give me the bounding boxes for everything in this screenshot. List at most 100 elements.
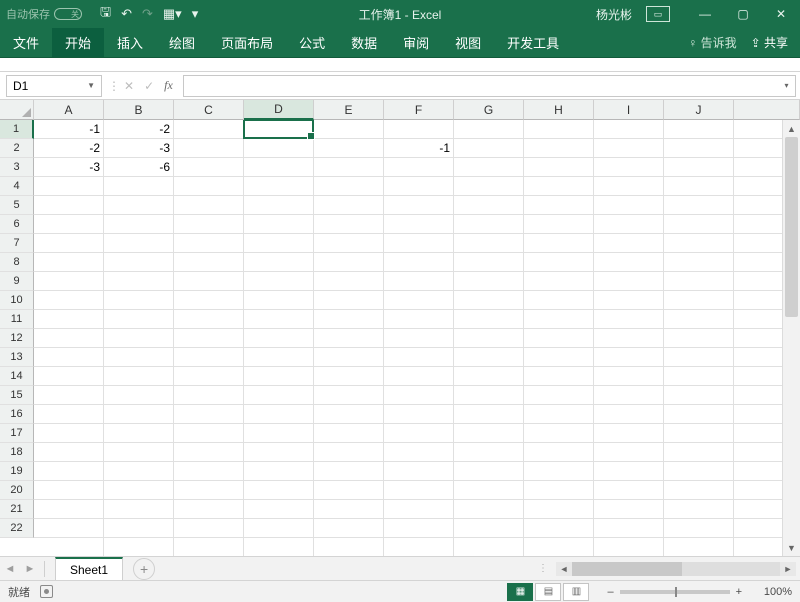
scroll-up-icon[interactable]: ▲ <box>783 120 800 137</box>
row-header-8[interactable]: 8 <box>0 253 34 272</box>
tell-me[interactable]: ♀ 告诉我 <box>688 34 736 51</box>
cell-B2[interactable]: -3 <box>104 139 174 158</box>
row-header-15[interactable]: 15 <box>0 386 34 405</box>
autosave-switch[interactable]: 关 <box>54 8 82 20</box>
hscroll-thumb[interactable] <box>572 562 682 576</box>
customize-icon[interactable]: ▦▾ <box>159 4 186 24</box>
cell-F2[interactable]: -1 <box>384 139 454 158</box>
user-name[interactable]: 杨光彬 <box>596 6 632 23</box>
tab-开发工具[interactable]: 开发工具 <box>494 28 572 57</box>
tab-审阅[interactable]: 审阅 <box>390 28 442 57</box>
cell-A1[interactable]: -1 <box>34 120 104 139</box>
maximize-button[interactable]: ▢ <box>724 0 762 28</box>
tab-公式[interactable]: 公式 <box>286 28 338 57</box>
row-header-13[interactable]: 13 <box>0 348 34 367</box>
view-normal-icon[interactable]: ▦ <box>507 583 533 601</box>
vscroll-track[interactable] <box>783 137 800 539</box>
close-button[interactable]: ✕ <box>762 0 800 28</box>
col-header-fill <box>734 100 800 120</box>
zoom-in-button[interactable]: + <box>736 586 742 598</box>
row-header-16[interactable]: 16 <box>0 405 34 424</box>
autosave-toggle[interactable]: 自动保存 关 <box>6 6 82 22</box>
macro-record-icon[interactable] <box>40 585 53 598</box>
tab-视图[interactable]: 视图 <box>442 28 494 57</box>
col-header-G[interactable]: G <box>454 100 524 120</box>
view-page-layout-icon[interactable]: ▤ <box>535 583 561 601</box>
row-header-17[interactable]: 17 <box>0 424 34 443</box>
add-sheet-button[interactable]: + <box>133 558 155 580</box>
sheet-nav-next-icon[interactable]: ► <box>20 563 40 575</box>
col-header-A[interactable]: A <box>34 100 104 120</box>
col-header-D[interactable]: D <box>244 100 314 120</box>
col-header-B[interactable]: B <box>104 100 174 120</box>
formula-bar-expand-icon[interactable]: ▾ <box>778 75 796 97</box>
cell-A3[interactable]: -3 <box>34 158 104 177</box>
tab-文件[interactable]: 文件 <box>0 28 52 57</box>
tab-开始[interactable]: 开始 <box>52 28 104 57</box>
row-header-6[interactable]: 6 <box>0 215 34 234</box>
undo-icon[interactable]: ↶ <box>117 4 136 24</box>
col-header-I[interactable]: I <box>594 100 664 120</box>
cell-B3[interactable]: -6 <box>104 158 174 177</box>
col-header-E[interactable]: E <box>314 100 384 120</box>
tab-数据[interactable]: 数据 <box>338 28 390 57</box>
select-all-corner[interactable] <box>0 100 34 120</box>
view-page-break-icon[interactable]: ▥ <box>563 583 589 601</box>
gridlines <box>34 120 782 556</box>
zoom-level[interactable]: 100% <box>748 586 792 598</box>
cells[interactable]: -1-2-2-3-1-3-6 <box>34 120 782 556</box>
tab-插入[interactable]: 插入 <box>104 28 156 57</box>
scroll-down-icon[interactable]: ▼ <box>783 539 800 556</box>
hscroll-left-icon[interactable]: ◄ <box>556 564 572 574</box>
minimize-button[interactable]: — <box>686 0 724 28</box>
qat-more-icon[interactable]: ▾ <box>188 4 203 24</box>
col-header-C[interactable]: C <box>174 100 244 120</box>
hscroll-track[interactable] <box>572 562 780 576</box>
formula-buttons: ✕ ✓ fx <box>114 78 183 93</box>
fx-icon[interactable]: fx <box>164 78 173 93</box>
formula-input[interactable] <box>183 75 778 97</box>
hscroll-right-icon[interactable]: ► <box>780 564 796 574</box>
row-header-18[interactable]: 18 <box>0 443 34 462</box>
row-header-3[interactable]: 3 <box>0 158 34 177</box>
row-header-10[interactable]: 10 <box>0 291 34 310</box>
cell-A2[interactable]: -2 <box>34 139 104 158</box>
grid-body: 12345678910111213141516171819202122 -1-2… <box>0 120 800 556</box>
ribbon-tabs: 文件开始插入绘图页面布局公式数据审阅视图开发工具 ♀ 告诉我 ⇪ 共享 <box>0 28 800 58</box>
cancel-icon[interactable]: ✕ <box>124 79 134 93</box>
vscroll-thumb[interactable] <box>785 137 798 317</box>
ribbon-display-icon[interactable]: ▭ <box>646 6 670 22</box>
enter-icon[interactable]: ✓ <box>144 79 154 93</box>
row-header-1[interactable]: 1 <box>0 120 34 139</box>
row-header-5[interactable]: 5 <box>0 196 34 215</box>
row-header-12[interactable]: 12 <box>0 329 34 348</box>
vertical-scrollbar[interactable]: ▲ ▼ <box>782 120 800 556</box>
name-box-dropdown-icon[interactable]: ▼ <box>87 81 95 90</box>
row-header-11[interactable]: 11 <box>0 310 34 329</box>
row-header-2[interactable]: 2 <box>0 139 34 158</box>
row-header-9[interactable]: 9 <box>0 272 34 291</box>
col-header-H[interactable]: H <box>524 100 594 120</box>
redo-icon[interactable]: ↷ <box>138 4 157 24</box>
row-header-4[interactable]: 4 <box>0 177 34 196</box>
sheet-nav-prev-icon[interactable]: ◄ <box>0 563 20 575</box>
row-header-21[interactable]: 21 <box>0 500 34 519</box>
zoom-out-button[interactable]: – <box>607 586 613 598</box>
horizontal-scrollbar[interactable]: ⋮ ◄ ► <box>155 562 800 576</box>
cell-B1[interactable]: -2 <box>104 120 174 139</box>
share-button[interactable]: ⇪ 共享 <box>751 34 788 51</box>
row-header-22[interactable]: 22 <box>0 519 34 538</box>
row-header-7[interactable]: 7 <box>0 234 34 253</box>
hscroll-divider-icon[interactable]: ⋮ <box>538 563 548 574</box>
save-icon[interactable]: 🖫 <box>96 1 115 27</box>
col-header-J[interactable]: J <box>664 100 734 120</box>
sheet-tab[interactable]: Sheet1 <box>55 557 123 581</box>
tab-页面布局[interactable]: 页面布局 <box>208 28 286 57</box>
zoom-slider[interactable] <box>620 590 730 594</box>
row-header-20[interactable]: 20 <box>0 481 34 500</box>
col-header-F[interactable]: F <box>384 100 454 120</box>
row-header-14[interactable]: 14 <box>0 367 34 386</box>
row-header-19[interactable]: 19 <box>0 462 34 481</box>
tab-绘图[interactable]: 绘图 <box>156 28 208 57</box>
name-box[interactable]: D1 ▼ <box>6 75 102 97</box>
